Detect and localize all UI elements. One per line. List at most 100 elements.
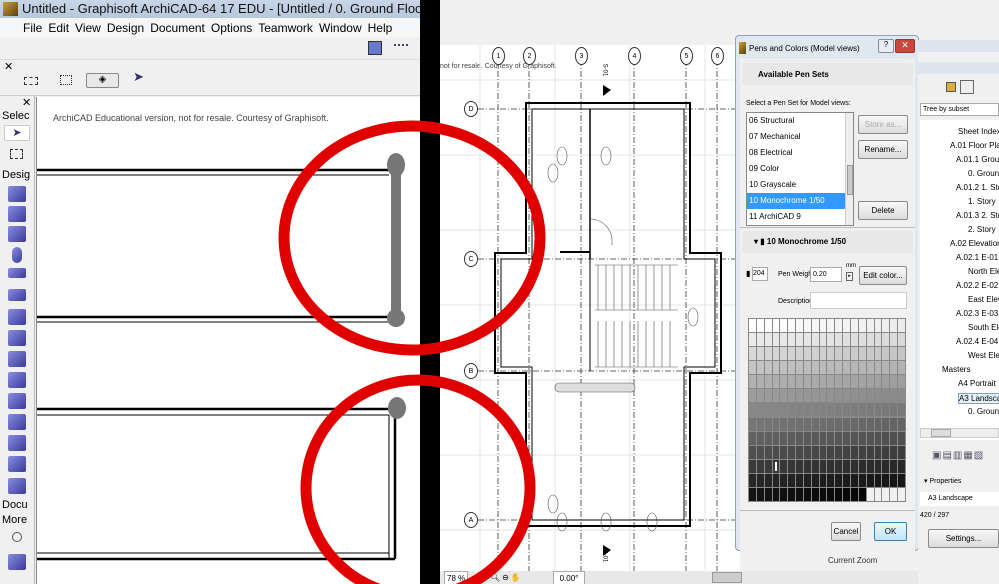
pen-swatch[interactable] [788, 389, 796, 403]
pen-swatch[interactable] [749, 445, 756, 459]
pen-swatch[interactable] [756, 347, 764, 361]
pen-swatch[interactable] [780, 319, 788, 332]
pen-swatch[interactable] [780, 445, 788, 459]
pen-swatch[interactable] [819, 445, 827, 459]
pen-swatch[interactable] [835, 389, 843, 403]
pen-swatch[interactable] [819, 473, 827, 487]
plan-canvas-right[interactable]: not for resale. Courtesy of Graphisoft. … [440, 45, 740, 571]
tree-item-selected[interactable]: A3 Landscape [958, 393, 999, 404]
menu-teamwork[interactable]: Teamwork [255, 18, 316, 38]
magic-wand-button[interactable]: ◈ [86, 73, 119, 88]
marquee-icon[interactable] [24, 77, 38, 85]
pen-swatch[interactable] [882, 459, 890, 473]
pen-swatch[interactable] [796, 319, 803, 332]
pen-swatch[interactable] [827, 473, 835, 487]
menu-view[interactable]: View [72, 18, 104, 38]
stair-tool-icon[interactable] [8, 309, 26, 325]
pen-swatch[interactable] [858, 347, 866, 361]
pen-swatch[interactable] [796, 487, 803, 501]
pen-swatch[interactable] [851, 361, 858, 375]
pen-swatch[interactable] [764, 459, 772, 473]
pen-swatch[interactable] [780, 333, 788, 347]
pen-swatch[interactable] [882, 417, 890, 431]
pen-swatch[interactable] [843, 333, 851, 347]
tree-item[interactable]: A.01 Floor Plans [950, 141, 999, 150]
pen-swatch[interactable] [882, 403, 890, 417]
pen-swatch[interactable] [764, 473, 772, 487]
pen-swatch[interactable] [882, 375, 890, 389]
pen-swatch[interactable] [898, 361, 905, 375]
pen-swatch[interactable] [882, 347, 890, 361]
pen-swatch[interactable] [764, 487, 772, 501]
pen-swatch[interactable] [764, 431, 772, 445]
pen-swatch[interactable] [827, 389, 835, 403]
pen-swatch[interactable] [858, 375, 866, 389]
tree-item[interactable]: 1. Story [968, 197, 996, 206]
pen-swatch[interactable] [898, 403, 905, 417]
pen-swatch[interactable] [890, 319, 898, 332]
pen-set-item[interactable]: 08 Electrical [747, 145, 853, 161]
pen-swatch[interactable] [811, 473, 819, 487]
pen-swatch[interactable] [796, 459, 803, 473]
pen-set-item-selected[interactable]: 10 Monochrome 1/50 [747, 193, 853, 209]
pen-swatch[interactable] [788, 375, 796, 389]
angle-field[interactable]: 0.00° [553, 571, 585, 584]
pen-swatch[interactable] [874, 459, 882, 473]
pen-swatch[interactable] [780, 403, 788, 417]
pen-swatch[interactable] [803, 459, 811, 473]
pen-swatch[interactable] [898, 417, 905, 431]
layout-book-icon[interactable] [960, 80, 974, 94]
morph-tool-icon[interactable] [8, 414, 26, 430]
pen-swatch[interactable] [827, 319, 835, 332]
pen-swatch[interactable] [866, 361, 874, 375]
pen-swatch[interactable] [788, 319, 796, 332]
pen-swatch[interactable] [756, 375, 764, 389]
close-button[interactable]: ✕ [895, 39, 915, 53]
pen-swatch[interactable] [851, 333, 858, 347]
properties-header[interactable]: ▾ Properties [924, 477, 961, 485]
pen-swatch[interactable] [772, 375, 780, 389]
pen-swatch[interactable] [811, 417, 819, 431]
pen-swatch[interactable] [819, 319, 827, 332]
pen-swatch[interactable] [866, 403, 874, 417]
pen-swatch[interactable] [749, 389, 756, 403]
pen-swatch[interactable] [858, 431, 866, 445]
pen-swatch[interactable] [772, 347, 780, 361]
pen-swatch[interactable] [851, 347, 858, 361]
pen-swatch[interactable] [764, 319, 772, 332]
pen-swatch[interactable] [756, 403, 764, 417]
pen-swatch[interactable] [866, 389, 874, 403]
pen-swatch[interactable] [890, 403, 898, 417]
pen-swatch[interactable] [796, 333, 803, 347]
pen-swatch[interactable] [851, 431, 858, 445]
pen-swatch[interactable] [858, 403, 866, 417]
tree-item[interactable]: A.02.1 E-01 Nor [956, 253, 999, 262]
pen-swatch[interactable] [780, 431, 788, 445]
tree-item[interactable]: A.02 Elevations [950, 239, 999, 248]
pen-swatch[interactable] [843, 417, 851, 431]
grid-bubble-c[interactable]: C [464, 251, 478, 267]
pen-swatch[interactable] [788, 417, 796, 431]
pen-swatch[interactable] [874, 389, 882, 403]
menu-window[interactable]: Window [316, 18, 365, 38]
horizontal-scrollbar[interactable] [712, 572, 742, 583]
pen-swatch[interactable] [858, 473, 866, 487]
zoom-field[interactable]: 78 % [444, 571, 468, 584]
pen-swatch[interactable] [898, 459, 905, 473]
view-mode-select[interactable]: Tree by subset [920, 103, 999, 116]
tree-item[interactable]: East Elevati [968, 295, 999, 304]
tree-item[interactable]: 0. Ground Fl [968, 169, 999, 178]
roof-tool-icon[interactable] [8, 330, 26, 346]
pen-swatch[interactable] [811, 487, 819, 501]
pen-swatch[interactable] [851, 459, 858, 473]
pen-swatch[interactable] [756, 417, 764, 431]
pen-swatch[interactable] [827, 487, 835, 501]
pen-swatch[interactable] [898, 333, 905, 347]
pen-swatch[interactable] [788, 431, 796, 445]
pen-swatch[interactable] [874, 375, 882, 389]
tree-item[interactable]: 0. Ground Fl [968, 407, 999, 416]
pen-swatch[interactable] [866, 431, 874, 445]
pen-swatch[interactable] [796, 403, 803, 417]
menu-options[interactable]: Options [208, 18, 255, 38]
pen-swatch[interactable] [811, 389, 819, 403]
